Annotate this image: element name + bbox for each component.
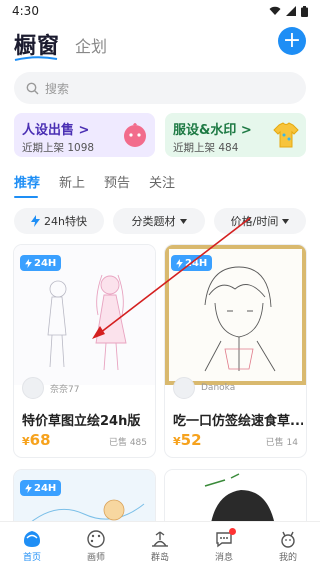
island-icon	[148, 528, 172, 550]
badge-24h: 24H	[20, 480, 62, 496]
badge-label: 24H	[34, 482, 57, 494]
filter-bar: 24h特快 分类题材 价格/时间	[14, 208, 306, 234]
filter-label: 分类题材	[131, 215, 176, 228]
status-time: 4:30	[12, 4, 39, 18]
lightning-icon	[25, 483, 32, 493]
caret-down-icon	[179, 218, 187, 224]
badge-24h: 24H	[171, 255, 213, 271]
nav-messages[interactable]: 消息	[199, 528, 249, 563]
filter-label: 价格/时间	[230, 215, 279, 228]
price-value: 68	[29, 431, 51, 449]
nav-islands[interactable]: 群岛	[135, 528, 185, 563]
filter-24h-fast[interactable]: 24h特快	[14, 208, 104, 234]
lightning-icon	[25, 258, 32, 268]
filter-category[interactable]: 分类题材	[113, 208, 205, 234]
profile-icon	[276, 528, 300, 550]
tab-recommend[interactable]: 推荐	[14, 172, 40, 191]
tab-new[interactable]: 新上	[59, 172, 85, 191]
lightning-icon	[31, 215, 41, 227]
price-value: 52	[180, 431, 202, 449]
product-card[interactable]: 24H Danoka 吃一口仿签绘速食草... ¥52 已售 14	[165, 245, 306, 457]
nav-label: 我的	[278, 553, 297, 563]
home-icon	[20, 528, 44, 550]
signal-icon	[286, 6, 296, 16]
card-author[interactable]: Danoka	[173, 377, 235, 399]
plus-icon: +	[282, 28, 302, 53]
tab-plan[interactable]: 企划	[75, 33, 107, 57]
card-title: 吃一口仿签绘速食草...	[173, 414, 303, 429]
nav-label: 群岛	[150, 553, 169, 563]
nav-profile[interactable]: 我的	[263, 528, 313, 563]
search-placeholder: 搜索	[45, 81, 70, 96]
tab-indicator	[14, 196, 38, 198]
battery-icon	[301, 5, 308, 17]
filter-price-time[interactable]: 价格/时间	[214, 208, 306, 234]
wifi-icon	[269, 6, 281, 15]
nav-home[interactable]: 首页	[7, 528, 57, 563]
unread-dot	[229, 528, 236, 535]
card-price: ¥52	[173, 431, 202, 449]
sold-count: 已售 485	[108, 438, 147, 448]
avatar	[22, 377, 44, 399]
author-name: Danoka	[201, 383, 236, 393]
nav-artists[interactable]: 画师	[71, 528, 121, 563]
banner-character-sale[interactable]: 人设出售 > 近期上架 1098	[14, 113, 155, 157]
author-name: 奈奈77	[50, 384, 80, 395]
banner-costume-watermark[interactable]: 服设&水印 > 近期上架 484	[165, 113, 306, 157]
badge-label: 24H	[185, 257, 208, 269]
card-title: 特价草图立绘24h版	[22, 414, 141, 429]
product-card[interactable]: 24H 奈奈77 特价草图立绘24h版 ¥68 已售 485	[14, 245, 155, 457]
sold-count: 已售 14	[265, 438, 298, 448]
blob-mascot-icon	[124, 123, 146, 147]
badge-24h: 24H	[20, 255, 62, 271]
badge-label: 24H	[34, 257, 57, 269]
nav-label: 画师	[86, 553, 105, 563]
tab-follow[interactable]: 关注	[149, 172, 175, 191]
tab-preview[interactable]: 预告	[104, 172, 130, 191]
bottom-nav: 首页 画师 群岛 消息 我的	[0, 521, 320, 569]
palette-icon	[84, 528, 108, 550]
search-icon	[26, 82, 39, 94]
currency-symbol: ¥	[22, 435, 30, 448]
card-author[interactable]: 奈奈77	[22, 377, 79, 399]
card-price: ¥68	[22, 431, 51, 449]
caret-down-icon	[282, 218, 290, 224]
filter-label: 24h特快	[44, 215, 87, 228]
status-bar: 4:30	[0, 0, 320, 22]
status-icons	[269, 5, 308, 17]
search-input[interactable]: 搜索	[14, 72, 306, 104]
logo-swoosh	[14, 56, 58, 61]
avatar	[173, 377, 195, 399]
header: 橱窗 企划 +	[0, 26, 320, 66]
nav-label: 首页	[22, 553, 41, 563]
add-button[interactable]: +	[278, 27, 306, 55]
nav-label: 消息	[214, 553, 233, 563]
lightning-icon	[176, 258, 183, 268]
currency-symbol: ¥	[173, 435, 181, 448]
content-tabs: 推荐 新上 预告 关注	[14, 172, 194, 191]
tshirt-icon	[273, 122, 299, 148]
